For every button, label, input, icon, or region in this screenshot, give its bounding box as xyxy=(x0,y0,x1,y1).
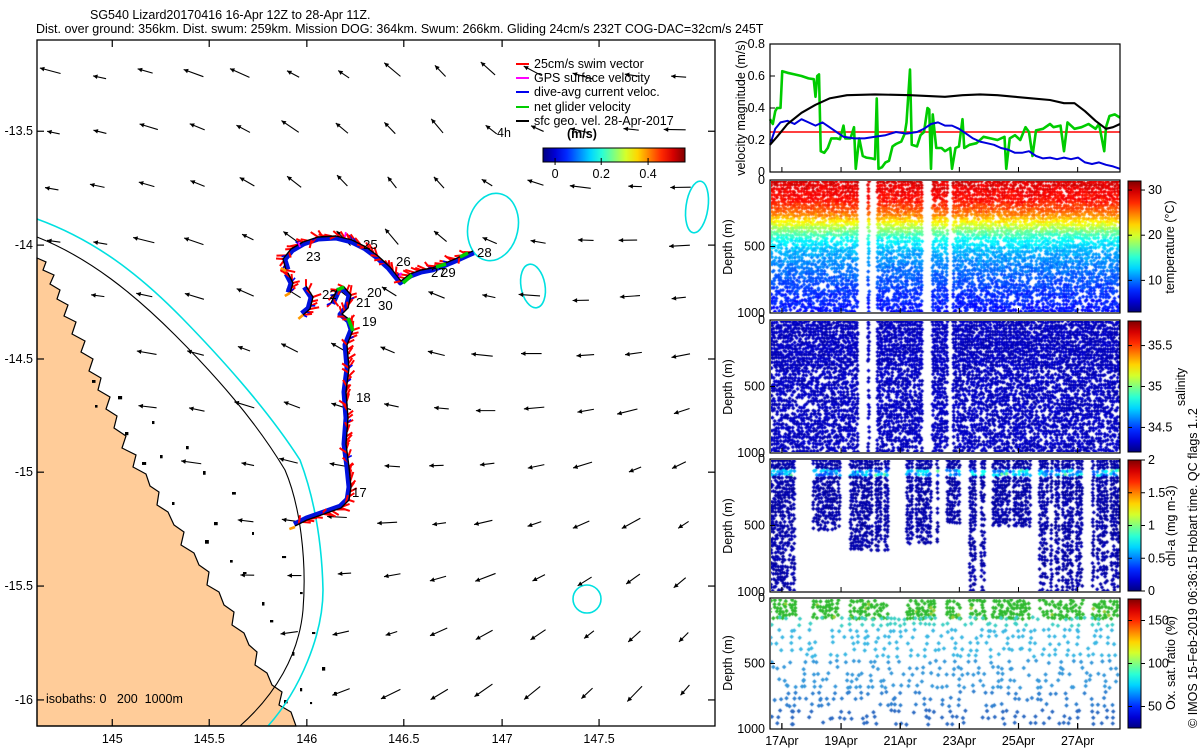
legend-item-label: 25cm/s swim vector xyxy=(534,57,644,72)
colorbar-tick-label: 35 xyxy=(1148,380,1162,394)
legend-line-sample xyxy=(516,105,529,108)
legend-item-label: sfc geo. vel. 28-Apr-2017 xyxy=(534,113,674,128)
colorbar-tick-label: 30 xyxy=(1148,183,1162,197)
time-tick-label: 21Apr xyxy=(884,734,917,748)
colorbar-tick-label: 1.5 xyxy=(1148,486,1165,500)
legend-line-sample xyxy=(516,63,529,66)
legend-line-sample xyxy=(516,77,529,80)
temp-unit-label: temperature (°C) xyxy=(1163,200,1177,294)
depth-tick-label: 0 xyxy=(758,313,765,327)
legend-item: sfc geo. vel. 28-Apr-2017 xyxy=(516,114,674,128)
map-legend: 25cm/s swim vector GPS surface velocity di… xyxy=(516,57,674,128)
depth-tick-label: 0 xyxy=(758,452,765,466)
colorbar-tick-label: 35.5 xyxy=(1148,339,1172,353)
time-tick-label: 23Apr xyxy=(943,734,976,748)
time-tick-label: 25Apr xyxy=(1002,734,1035,748)
chl-unit-label: chl-a (mg m-3) xyxy=(1164,485,1178,567)
depth-tick-label: 0 xyxy=(758,591,765,605)
colorbar-tick-label: 0 xyxy=(1148,584,1155,598)
figure-subtitle: Dist. over ground: 356km. Dist. swum: 25… xyxy=(36,22,764,36)
legend-line-sample xyxy=(516,119,529,122)
time-tick-label: 19Apr xyxy=(824,734,857,748)
vel-ytick-label: 0.6 xyxy=(748,69,765,83)
oxy-depth-label: Depth (m) xyxy=(721,635,735,691)
map-colorbar-title: (m/s) xyxy=(567,127,597,141)
colorbar-tick-label: 0.5 xyxy=(1148,551,1165,565)
vel-ytick-label: 0.2 xyxy=(748,133,765,147)
depth-tick-label: 500 xyxy=(744,240,765,254)
chl-depth-label: Depth (m) xyxy=(721,498,735,554)
colorbar-tick-label: 34.5 xyxy=(1148,420,1172,434)
legend-line-sample xyxy=(516,91,529,94)
legend-item: GPS surface velocity xyxy=(516,71,674,85)
scale-label: 4h xyxy=(497,126,511,140)
velocity-ylabel: velocity magnitude (m/s) xyxy=(734,40,748,176)
legend-item: net glider velocity xyxy=(516,100,674,114)
depth-tick-label: 500 xyxy=(744,657,765,671)
colorbar-tick-label: 20 xyxy=(1148,228,1162,242)
legend-item: 25cm/s swim vector xyxy=(516,57,674,71)
isobaths-note: isobaths: 0 200 1000m xyxy=(46,692,183,706)
salinity-frame xyxy=(769,319,1121,454)
colorbar-tick-label: 2 xyxy=(1148,453,1155,467)
colorbar xyxy=(1127,180,1142,313)
legend-item-label: GPS surface velocity xyxy=(534,71,651,86)
legend-item-label: net glider velocity xyxy=(534,99,631,114)
temperature-frame xyxy=(769,179,1121,314)
colorbar-tick-label: 50 xyxy=(1148,700,1162,714)
sal-unit-label: salinity xyxy=(1174,367,1188,407)
vel-ytick-label: 0.4 xyxy=(748,101,765,115)
depth-tick-label: 0 xyxy=(758,173,765,187)
depth-tick-label: 500 xyxy=(744,380,765,394)
figure-title: SG540 Lizard20170416 16-Apr 12Z to 28-Ap… xyxy=(90,8,371,22)
oxygen-frame xyxy=(769,597,1121,730)
time-tick-label: 17Apr xyxy=(765,734,798,748)
depth-tick-label: 500 xyxy=(744,519,765,533)
sal-depth-label: Depth (m) xyxy=(721,359,735,415)
chl-frame xyxy=(769,458,1121,593)
oxy-unit-label: Ox. sat. ratio (%) xyxy=(1164,616,1178,710)
vel-ytick-label: 0.8 xyxy=(748,37,765,51)
depth-tick-label: 1000 xyxy=(737,722,765,736)
time-tick-label: 27Apr xyxy=(1061,734,1094,748)
temp-depth-label: Depth (m) xyxy=(721,219,735,275)
legend-item-label: dive-avg current veloc. xyxy=(534,85,660,100)
legend-item: dive-avg current veloc. xyxy=(516,85,674,99)
colorbar-tick-label: 10 xyxy=(1148,273,1162,287)
colorbar-tick-label: 1 xyxy=(1148,519,1155,533)
attribution: © IMOS 15-Feb-2019 06:36:15 Hobart time.… xyxy=(1186,408,1200,728)
seaglider-figure: 17 18 19 20 21 30 22 23 25 26 27 29 28 145 145.5 146 146… xyxy=(0,0,1200,750)
